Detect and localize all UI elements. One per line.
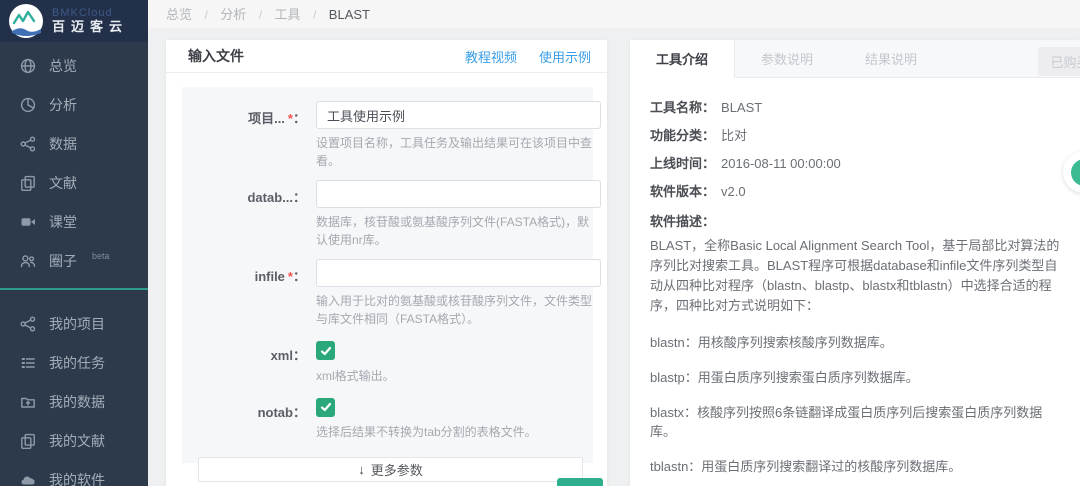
sidebar-my-menu: 我的项目 我的任务 我的数据 我的文献 我的软件 [0, 304, 148, 486]
xml-help-text: xml格式输出。 [316, 367, 601, 385]
nodes-icon [20, 136, 36, 152]
meta-tool-name: 工具名称：BLAST [650, 94, 1060, 122]
copy-icon [20, 433, 36, 449]
pie-chart-icon [20, 97, 36, 113]
sidebar-item-my-projects[interactable]: 我的项目 [0, 304, 148, 343]
check-icon [320, 401, 332, 413]
arrow-down-icon: ↓ [358, 462, 365, 477]
app-window: BMKCloud 百迈客云 总览 分析 数据 文献 [0, 0, 1080, 486]
description-label: 软件描述： [650, 210, 1060, 234]
breadcrumb-item-overview[interactable]: 总览 [166, 7, 192, 22]
copy-icon [20, 175, 36, 191]
breadcrumb-item-tools[interactable]: 工具 [275, 7, 301, 22]
meta-version: 软件版本：v2.0 [650, 178, 1060, 206]
form-card-title: 输入文件 [188, 46, 244, 66]
sidebar-item-overview[interactable]: 总览 [0, 46, 148, 85]
form-field-notab: notab： 选择后结果不转换为tab分割的表格文件。 [182, 395, 577, 442]
sidebar-item-my-literature[interactable]: 我的文献 [0, 421, 148, 460]
mode-blastn: blastn：用核酸序列搜索核酸序列数据库。 [650, 332, 1060, 351]
tab-tool-intro[interactable]: 工具介绍 [630, 40, 735, 78]
database-input[interactable] [316, 180, 601, 208]
notab-checkbox[interactable] [316, 398, 335, 417]
breadcrumb-separator: / [204, 8, 207, 22]
folder-icon [20, 394, 36, 410]
breadcrumb-current: BLAST [329, 7, 370, 22]
purchased-button[interactable]: 已购买 [1038, 47, 1080, 76]
beta-badge: beta [92, 251, 110, 261]
sidebar: BMKCloud 百迈客云 总览 分析 数据 文献 [0, 0, 148, 486]
input-form-card: 输入文件 教程视频 使用示例 项目...*： 设置项目名称，工具任务及输出结果可… [166, 40, 607, 486]
sidebar-divider [0, 288, 148, 290]
globe-icon [20, 58, 36, 74]
mode-blastp: blastp：用蛋白质序列搜索蛋白质序列数据库。 [650, 367, 1060, 386]
video-icon [20, 214, 36, 230]
sidebar-item-analysis[interactable]: 分析 [0, 85, 148, 124]
form-panel: 项目...*： 设置项目名称，工具任务及输出结果可在该项目中查看。 datab.… [182, 87, 593, 463]
more-params-button[interactable]: ↓ 更多参数 [198, 457, 583, 482]
tutorial-video-link[interactable]: 教程视频 [465, 47, 517, 66]
nodes-icon [20, 316, 36, 332]
tab-param-desc[interactable]: 参数说明 [735, 40, 839, 77]
sidebar-item-data[interactable]: 数据 [0, 124, 148, 163]
project-name-input[interactable] [316, 101, 601, 129]
breadcrumb-item-analysis[interactable]: 分析 [220, 7, 246, 22]
logo-area[interactable]: BMKCloud 百迈客云 [0, 0, 148, 42]
database-help-text: 数据库，核苷酸或氨基酸序列文件(FASTA格式)，默认使用nr库。 [316, 213, 601, 249]
form-field-xml: xml： xml格式输出。 [182, 338, 577, 385]
infile-input[interactable] [316, 259, 601, 287]
xml-checkbox[interactable] [316, 341, 335, 360]
cloud-icon [20, 472, 36, 486]
sidebar-item-classroom[interactable]: 课堂 [0, 202, 148, 241]
sidebar-item-my-tasks[interactable]: 我的任务 [0, 343, 148, 382]
usage-example-link[interactable]: 使用示例 [539, 47, 591, 66]
notab-help-text: 选择后结果不转换为tab分割的表格文件。 [316, 423, 601, 441]
form-field-project: 项目...*： 设置项目名称，工具任务及输出结果可在该项目中查看。 [182, 101, 577, 170]
sidebar-item-circle[interactable]: 圈子 beta [0, 241, 148, 280]
sidebar-item-my-software[interactable]: 我的软件 [0, 460, 148, 486]
users-icon [20, 253, 36, 269]
tab-result-desc[interactable]: 结果说明 [839, 40, 943, 77]
submit-button[interactable] [557, 478, 603, 486]
infile-help-text: 输入用于比对的氨基酸或核苷酸序列文件，文件类型与库文件相同（FASTA格式）。 [316, 292, 601, 328]
tool-info-card: 工具介绍 参数说明 结果说明 工具名称：BLAST 功能分类：比对 上线时间：2… [630, 40, 1080, 486]
meta-online-date: 上线时间：2016-08-11 00:00:00 [650, 150, 1060, 178]
info-tabs: 工具介绍 参数说明 结果说明 [630, 40, 1080, 78]
breadcrumb: 总览 / 分析 / 工具 / BLAST [166, 4, 370, 24]
mode-blastx: blastx：核酸序列按照6条链翻译成蛋白质序列后搜索蛋白质序列数据库。 [650, 402, 1060, 440]
form-field-database: datab...： 数据库，核苷酸或氨基酸序列文件(FASTA格式)，默认使用n… [182, 180, 577, 249]
sidebar-item-literature[interactable]: 文献 [0, 163, 148, 202]
breadcrumb-separator: / [313, 8, 316, 22]
list-icon [20, 355, 36, 371]
bmk-logo-icon [8, 3, 44, 39]
mode-tblastn: tblastn：用蛋白质序列搜索翻译过的核酸序列数据库。 [650, 456, 1060, 475]
sidebar-main-menu: 总览 分析 数据 文献 课堂 圈子 beta [0, 46, 148, 280]
project-help-text: 设置项目名称，工具任务及输出结果可在该项目中查看。 [316, 134, 601, 170]
topbar: 总览 / 分析 / 工具 / BLAST [148, 0, 1080, 28]
form-field-infile: infile*： 输入用于比对的氨基酸或核苷酸序列文件，文件类型与库文件相同（F… [182, 259, 577, 328]
sidebar-item-my-data[interactable]: 我的数据 [0, 382, 148, 421]
brand-cn: 百迈客云 [52, 20, 128, 34]
check-icon [320, 345, 332, 357]
meta-category: 功能分类：比对 [650, 122, 1060, 150]
tool-description: BLAST，全称Basic Local Alignment Search Too… [650, 236, 1060, 316]
breadcrumb-separator: / [259, 8, 262, 22]
